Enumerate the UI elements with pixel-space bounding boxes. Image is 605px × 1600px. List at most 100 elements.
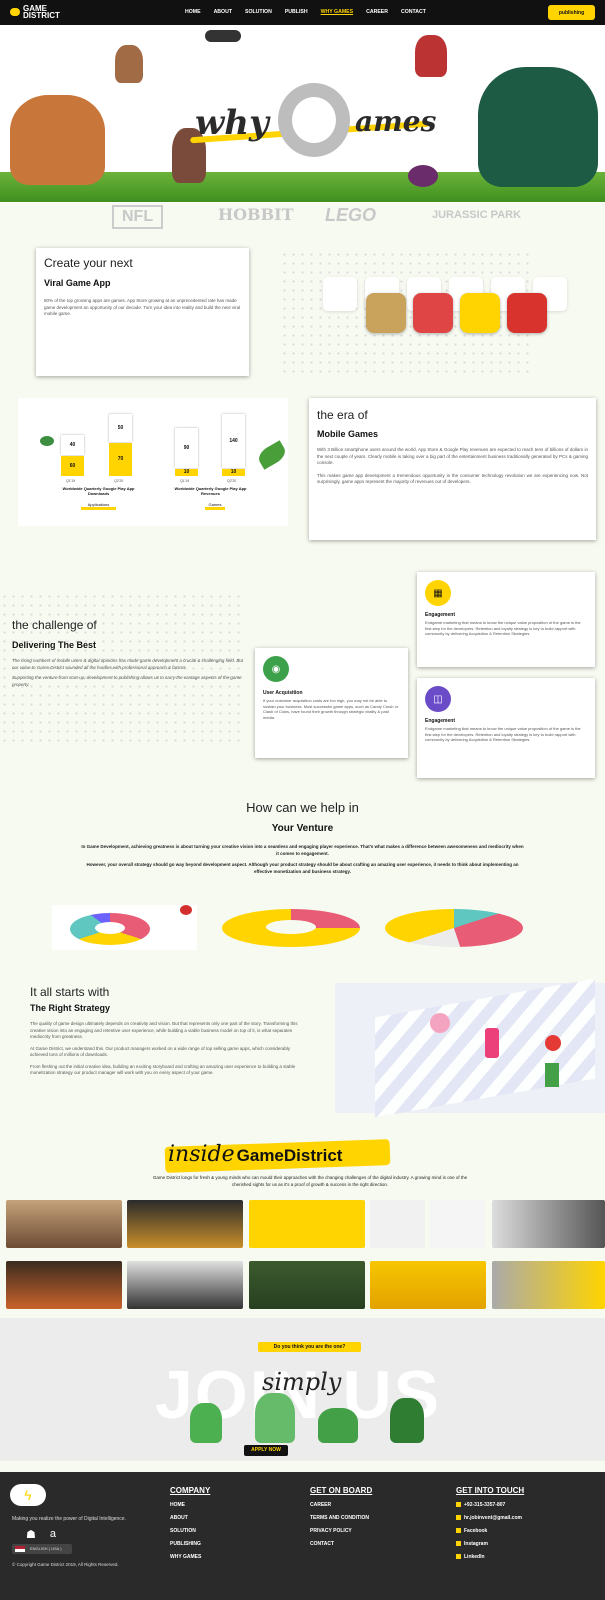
app-store-icons: ☗ a xyxy=(12,1528,56,1541)
footer: ϟ Making you realize the power of Digita… xyxy=(0,1472,605,1600)
nav-links: HOME ABOUT SOLUTION PUBLISH WHY GAMES CA… xyxy=(185,9,426,15)
photo-meeting xyxy=(127,1261,243,1309)
logo-icon xyxy=(10,8,20,16)
strategy-isometric-illustration xyxy=(335,978,605,1118)
amazon-icon[interactable]: a xyxy=(50,1528,56,1541)
photo-bean-bags xyxy=(370,1261,486,1309)
cactus-plant-1 xyxy=(190,1403,222,1443)
us-flag-icon xyxy=(15,1546,25,1552)
publishing-button[interactable]: publishing xyxy=(548,5,595,20)
hero-g-faces-mosaic xyxy=(278,83,350,157)
bar-value-70: 70 xyxy=(109,443,132,476)
bar-value-40: 40 xyxy=(61,435,84,455)
helicopter-image xyxy=(205,30,241,42)
engagement-card-1: ▦ Engagement Endgame marketing that mean… xyxy=(417,572,595,667)
apply-now-button[interactable]: APPLY NOW xyxy=(244,1445,288,1456)
footer-phone[interactable]: +92-315-3357-807 xyxy=(456,1502,524,1508)
footer-facebook[interactable]: Facebook xyxy=(456,1528,524,1534)
photo-garden xyxy=(249,1261,365,1309)
chart2-title: Worldwide Quarterly Google Play App Reve… xyxy=(174,486,247,496)
user-acquisition-card: ◉ User Acquisition If your customer acqu… xyxy=(255,648,408,758)
nav-home[interactable]: HOME xyxy=(185,9,201,15)
photo-shoe xyxy=(430,1200,485,1248)
nav-about[interactable]: ABOUT xyxy=(214,9,232,15)
footer-link-about[interactable]: ABOUT xyxy=(170,1515,210,1521)
nav-solution[interactable]: SOLUTION xyxy=(245,9,272,15)
era-charts-panel: 40 60 50 70 Q1'19 Q2'20 Worldwide Quarte… xyxy=(18,398,289,526)
era-heading-bold: Mobile Games xyxy=(317,429,379,439)
hero-banner: why ames xyxy=(0,25,605,203)
viral-body: 80% of the top grossing apps are games. … xyxy=(44,298,241,316)
footer-link-publishing[interactable]: PUBLISHING xyxy=(170,1541,210,1547)
brand-logo-jurassic-park: JURASSIC PARK xyxy=(432,209,522,221)
nav-why-games[interactable]: WHY GAMES xyxy=(321,9,353,15)
footer-link-privacy[interactable]: PRIVACY POLICY xyxy=(310,1528,372,1534)
leaf-icon xyxy=(255,440,289,470)
linkedin-text: LinkedIn xyxy=(464,1554,485,1560)
user-acquisition-body: If your customer acquisition costs are t… xyxy=(263,698,399,720)
app-icon-nfl[interactable] xyxy=(460,293,500,333)
site-logo[interactable]: GAME DISTRICT xyxy=(10,5,60,20)
bar-value-10b: 10 xyxy=(222,469,245,476)
chart2-tag: Games xyxy=(205,502,225,510)
android-icon[interactable]: ☗ xyxy=(26,1528,36,1541)
motocross-rider-image xyxy=(415,35,447,77)
facebook-icon xyxy=(456,1528,461,1534)
footer-touch-column: GET INTO TOUCH +92-315-3357-807 hr.jobin… xyxy=(456,1486,524,1560)
footer-instagram[interactable]: Instagram xyxy=(456,1541,524,1547)
photo-keyboard xyxy=(6,1200,122,1248)
monkey-character-image xyxy=(115,45,143,83)
nav-contact[interactable]: CONTACT xyxy=(401,9,426,15)
inside-bold: GameDistrict xyxy=(236,1146,343,1165)
bar-value-140: 140 xyxy=(222,414,245,468)
app-icon-adventure[interactable] xyxy=(366,293,406,333)
succulent-plant-2 xyxy=(255,1393,295,1443)
footer-link-career[interactable]: CAREER xyxy=(310,1502,372,1508)
venture-para-2: However, your overall strategy should go… xyxy=(86,862,519,874)
app-icon-knife[interactable] xyxy=(413,293,453,333)
strategy-para-2: At Game District, we understand this. Ou… xyxy=(30,1045,291,1058)
phone-icon xyxy=(456,1502,461,1508)
nav-publish[interactable]: PUBLISH xyxy=(285,9,308,15)
footer-link-home[interactable]: HOME xyxy=(170,1502,210,1508)
chart2-x-label-1: Q1'19 xyxy=(180,479,190,483)
chart1-x-label-1: Q1'19 xyxy=(66,479,76,483)
hero-why-text: why xyxy=(195,103,269,143)
donut-hole xyxy=(95,922,125,934)
brand-logo-hobbit: HOBBIT xyxy=(218,205,294,224)
company-heading: COMPANY xyxy=(170,1486,211,1495)
footer-logo-icon[interactable]: ϟ xyxy=(10,1484,46,1506)
footer-link-why-games[interactable]: WHY GAMES xyxy=(170,1554,210,1560)
footer-link-contact[interactable]: CONTACT xyxy=(310,1541,372,1547)
apple-icon xyxy=(545,1035,561,1051)
logo-text-line2: DISTRICT xyxy=(23,11,60,20)
footer-link-solution[interactable]: SOLUTION xyxy=(170,1528,210,1534)
bar-value-10a: 10 xyxy=(175,469,198,476)
email-icon xyxy=(456,1515,461,1521)
strategy-text: It all starts with The Right Strategy Th… xyxy=(30,985,307,1077)
hero-ames-text: ames xyxy=(355,105,437,138)
footer-tagline: Making you realize the power of Digital … xyxy=(12,1516,126,1522)
photo-girl-sign xyxy=(249,1200,365,1248)
brand-logo-nfl: NFL xyxy=(112,205,164,229)
venture-section: How can we help in Your Venture In Game … xyxy=(80,800,525,875)
era-para-1: With 3 Billion smartphone users around t… xyxy=(317,447,588,465)
footer-email[interactable]: hr.jobinvent@gmail.com xyxy=(456,1515,524,1521)
footer-link-terms[interactable]: TERMS AND CONDITION xyxy=(310,1515,372,1521)
strategy-heading-bold: The Right Strategy xyxy=(30,1003,111,1013)
engagement-body-2: Endgame marketing that means to know the… xyxy=(425,726,581,742)
viral-game-card: Create your next Viral Game App 80% of t… xyxy=(36,248,249,376)
footer-linkedin[interactable]: LinkedIn xyxy=(456,1554,524,1560)
engagement-title-1: Engagement xyxy=(425,612,456,618)
instagram-text: Instagram xyxy=(464,1541,488,1547)
photo-burger xyxy=(127,1200,243,1248)
growth-chart-icon xyxy=(545,1063,559,1087)
phone-text: +92-315-3357-807 xyxy=(464,1502,506,1508)
app-icon-crown[interactable] xyxy=(507,293,547,333)
footer-board-column: GET ON BOARD CAREER TERMS AND CONDITION … xyxy=(310,1486,372,1547)
email-text: hr.jobinvent@gmail.com xyxy=(464,1515,522,1521)
dinosaur-character-image xyxy=(10,95,105,185)
challenge-text: the challenge of Delivering The Best The… xyxy=(12,618,244,688)
nav-career[interactable]: CAREER xyxy=(366,9,388,15)
viral-heading-light: Create your next xyxy=(44,256,133,270)
